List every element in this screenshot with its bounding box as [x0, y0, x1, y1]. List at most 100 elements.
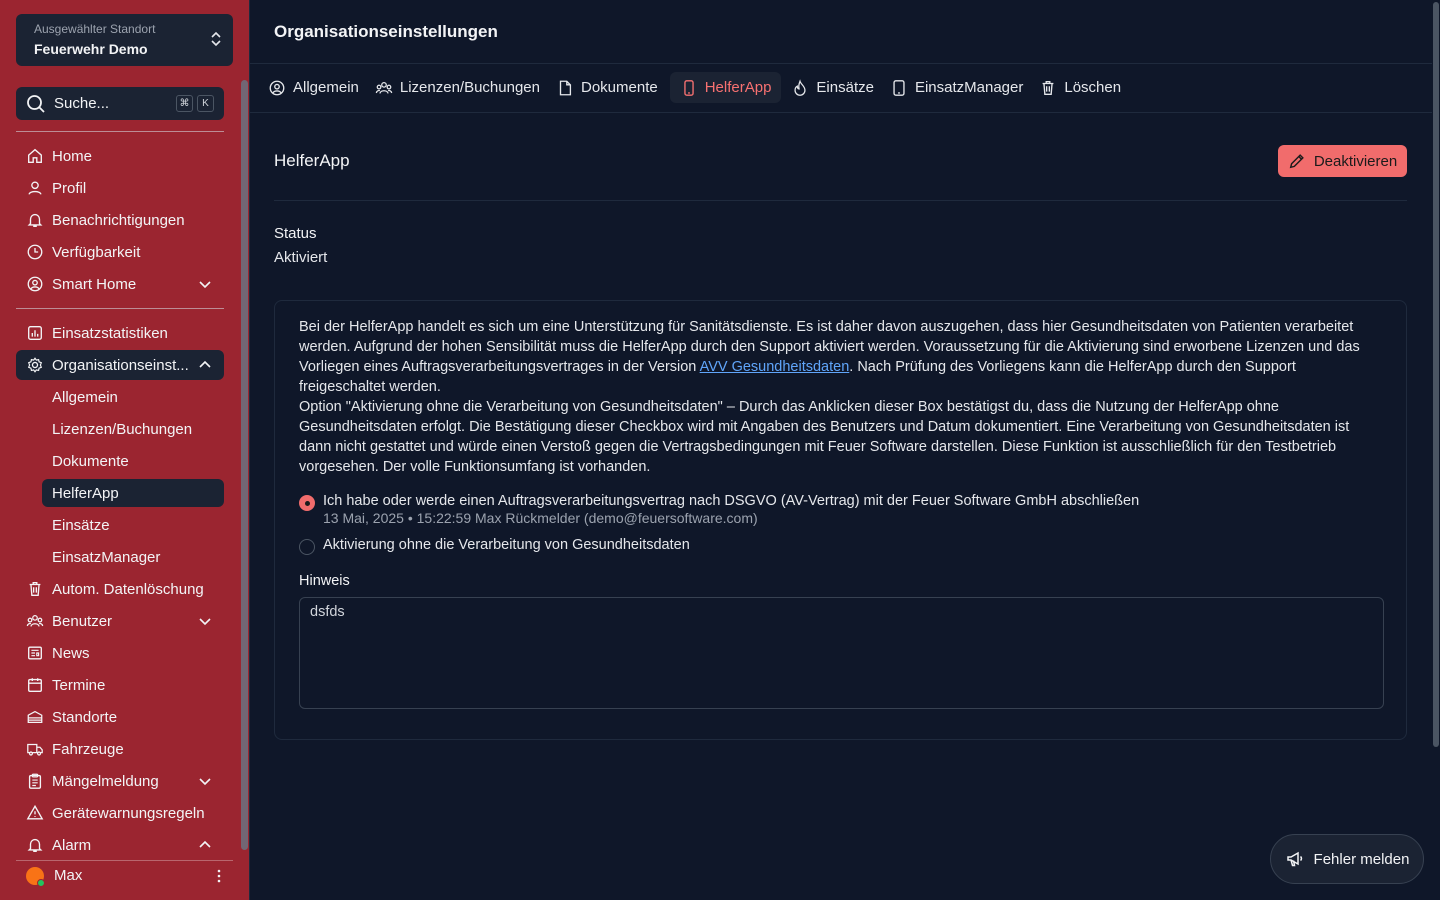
sidebar-subitem-einsaetze[interactable]: Einsätze	[42, 511, 224, 539]
search-icon	[27, 94, 45, 113]
fire-icon	[794, 78, 807, 96]
sidebar-subitem-dokumente[interactable]: Dokumente	[42, 447, 224, 475]
sidebar-subitem-lizenzen[interactable]: Lizenzen/Buchungen	[42, 415, 224, 443]
sidebar-item-organisationseinstellungen[interactable]: Organisationseinst...	[16, 350, 224, 380]
radio-no-health-data[interactable]	[299, 539, 315, 555]
sidebar-subitem-helferapp[interactable]: HelferApp	[42, 479, 224, 507]
page-title: Organisationseinstellungen	[274, 22, 498, 41]
warning-icon	[26, 804, 44, 820]
tab-label: EinsatzManager	[914, 79, 1024, 96]
sidebar-item-geraetewarnungsregeln[interactable]: Gerätewarnungsregeln	[16, 798, 224, 828]
pencil-icon	[1289, 154, 1304, 169]
radio-no-health-data-option[interactable]: Aktivierung ohne die Verarbeitung von Ge…	[299, 537, 690, 555]
tab-helferapp[interactable]: HelferApp	[669, 72, 782, 103]
avv-link[interactable]: AVV Gesundheitsdaten	[700, 359, 850, 375]
sidebar-item-label: Einsatzstatistiken	[52, 324, 168, 342]
sidebar-nav: Ausgewählter Standort Feuerwehr Demo Suc…	[0, 0, 240, 900]
sidebar-item-label: Smart Home	[52, 275, 137, 293]
sidebar-item-standorte[interactable]: Standorte	[16, 702, 224, 732]
trash-icon	[29, 582, 41, 596]
truck-icon	[27, 743, 43, 756]
sidebar-item-label: Organisationseinst...	[52, 356, 189, 374]
main-scrollbar[interactable]	[1433, 2, 1439, 747]
deactivate-button[interactable]: Deaktivieren	[1278, 145, 1407, 177]
sidebar-item-news[interactable]: News	[16, 638, 224, 668]
status-value: Aktiviert	[274, 249, 328, 266]
tab-label: HelferApp	[704, 79, 772, 96]
sidebar-item-maengelmeldung[interactable]: Mängelmeldung	[16, 766, 224, 796]
sidebar-item-fahrzeuge[interactable]: Fahrzeuge	[16, 734, 224, 764]
user-circle-icon	[269, 80, 285, 95]
user-menu[interactable]: Max	[16, 860, 233, 890]
sidebar-subitem-einsatzmanager[interactable]: EinsatzManager	[42, 543, 224, 571]
sidebar-item-home[interactable]: Home	[16, 141, 224, 171]
radio-avv-meta: 13 Mai, 2025 • 15:22:59 Max Rückmelder (…	[323, 510, 758, 526]
sidebar-item-label: Benutzer	[52, 612, 113, 630]
user-icon	[28, 181, 42, 195]
sidebar-item-label: Home	[52, 147, 93, 165]
chevron-up-down-icon	[211, 31, 221, 47]
section-title: HelferApp	[274, 151, 350, 170]
radio-avv-option[interactable]: Ich habe oder werde einen Auftragsverarb…	[299, 493, 1139, 526]
report-bug-button[interactable]: Fehler melden	[1270, 834, 1424, 884]
location-select[interactable]: Ausgewählter Standort Feuerwehr Demo	[16, 14, 233, 66]
sidebar-subitem-allgemein[interactable]: Allgemein	[42, 383, 224, 411]
more-vertical-icon[interactable]	[217, 869, 221, 883]
document-icon	[559, 80, 572, 95]
sidebar-scrollbar[interactable]	[241, 80, 248, 850]
tab-dokumente[interactable]: Dokumente	[552, 72, 664, 103]
users-icon	[26, 614, 44, 627]
radio-avv[interactable]	[299, 495, 315, 511]
shortcut-key-cmd: ⌘	[176, 95, 193, 112]
sidebar-item-label: Benachrichtigungen	[52, 211, 185, 229]
sidebar-divider	[16, 131, 224, 132]
tab-einsaetze[interactable]: Einsätze	[787, 72, 880, 103]
sidebar-item-verfuegbarkeit[interactable]: Verfügbarkeit	[16, 237, 224, 267]
sidebar-item-label: Gerätewarnungsregeln	[52, 804, 205, 822]
radio-avv-label: Ich habe oder werde einen Auftragsverarb…	[323, 493, 1140, 509]
tab-label: Löschen	[1064, 79, 1122, 96]
building-icon	[27, 710, 43, 724]
users-icon	[375, 81, 393, 94]
search-placeholder: Suche...	[54, 95, 110, 112]
report-bug-label: Fehler melden	[1313, 850, 1410, 868]
info-text: Bei der HelferApp handelt es sich um ein…	[299, 317, 1384, 477]
info-paragraph-1: Bei der HelferApp handelt es sich um ein…	[299, 317, 1384, 397]
tab-loeschen[interactable]: Löschen	[1035, 72, 1127, 103]
tab-label: Einsätze	[816, 79, 874, 96]
tab-lizenzen[interactable]: Lizenzen/Buchungen	[371, 72, 546, 103]
megaphone-icon	[1286, 851, 1302, 867]
sidebar-item-einsatzstatistiken[interactable]: Einsatzstatistiken	[16, 318, 224, 348]
tab-einsatzmanager[interactable]: EinsatzManager	[886, 72, 1029, 103]
tablet-icon	[893, 79, 905, 96]
radio-avv-text: Ich habe oder werde einen Auftragsverarb…	[323, 493, 1139, 526]
settings-tabs: Allgemein Lizenzen/Buchungen Dokumente H…	[264, 72, 1127, 103]
sidebar-item-datenloeschung[interactable]: Autom. Datenlöschung	[16, 574, 224, 604]
sidebar-divider	[16, 308, 224, 309]
search-button[interactable]: Suche... ⌘ K	[16, 87, 224, 120]
hint-textarea[interactable]: dsfds	[299, 597, 1384, 709]
user-circle-icon	[27, 276, 43, 292]
header-divider	[249, 63, 1432, 64]
sidebar-item-profil[interactable]: Profil	[16, 173, 224, 203]
section-divider	[274, 200, 1407, 201]
sidebar-item-label: Verfügbarkeit	[52, 243, 141, 261]
sidebar-item-smart-home[interactable]: Smart Home	[16, 269, 224, 299]
avatar	[26, 866, 45, 887]
sidebar-item-benachrichtigungen[interactable]: Benachrichtigungen	[16, 205, 224, 235]
chevron-down-icon	[199, 778, 211, 786]
info-paragraph-2: Option "Aktivierung ohne die Verarbeitun…	[299, 399, 1350, 475]
sidebar-item-label: Profil	[52, 179, 87, 197]
deactivate-label: Deaktivieren	[1313, 152, 1398, 170]
sidebar-item-label: Standorte	[52, 708, 118, 726]
chevron-down-icon	[199, 281, 211, 289]
tab-allgemein[interactable]: Allgemein	[264, 72, 365, 103]
sidebar-item-label: Fahrzeuge	[52, 740, 124, 758]
tab-label: Allgemein	[293, 79, 359, 96]
chevron-down-icon	[199, 618, 211, 626]
sidebar-item-termine[interactable]: Termine	[16, 670, 224, 700]
status-label: Status	[274, 225, 317, 242]
sidebar-item-benutzer[interactable]: Benutzer	[16, 606, 224, 636]
sidebar-item-alarm[interactable]: Alarm	[16, 830, 224, 860]
main-content: Organisationseinstellungen Allgemein Liz…	[249, 0, 1432, 900]
